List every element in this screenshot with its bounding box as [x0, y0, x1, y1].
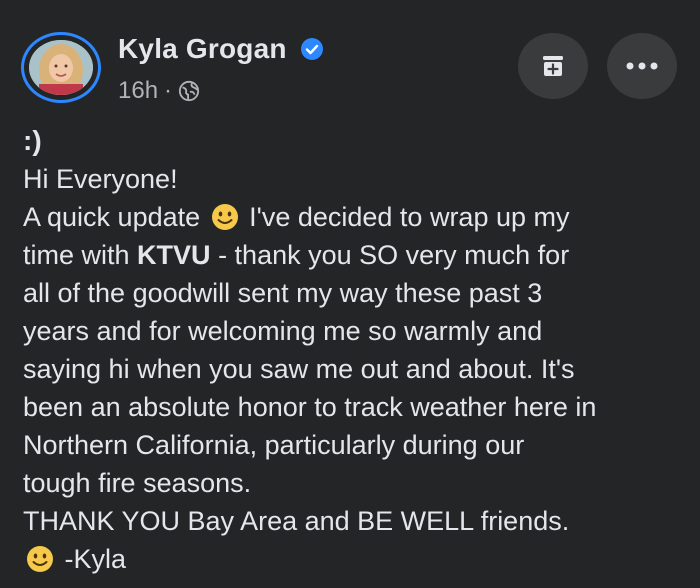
post-line: time with KTVU - thank you SO very much … [23, 236, 693, 274]
more-options-icon [626, 62, 658, 70]
globe-icon[interactable] [178, 80, 200, 102]
post-line: Northern California, particularly during… [23, 430, 525, 460]
post-timestamp[interactable]: 16h [118, 77, 158, 105]
post-line: all of the goodwill sent my way these pa… [23, 278, 543, 308]
profile-photo [29, 40, 93, 95]
post-line: years and for welcoming me so warmly and [23, 316, 543, 346]
post-line: THANK YOU Bay Area and BE WELL friends. [23, 506, 570, 536]
avatar[interactable] [21, 32, 101, 103]
author-name[interactable]: Kyla Grogan [118, 33, 287, 65]
post-meta: 16h · [118, 77, 200, 105]
more-options-button[interactable] [607, 33, 677, 99]
post-text: A quick update [23, 202, 201, 232]
meta-separator: · [164, 77, 173, 104]
slightly-smiling-face-emoji [211, 204, 238, 230]
slightly-smiling-face-emoji [27, 546, 53, 572]
post-line: saying hi when you saw me out and about.… [23, 354, 575, 384]
post-line: A quick update I've decided to wrap up m… [23, 198, 693, 236]
save-button[interactable] [518, 33, 588, 99]
post-text: I've decided to wrap up my [249, 202, 570, 232]
post-line: -Kyla [23, 540, 693, 578]
post-body: :) Hi Everyone! A quick update I've deci… [23, 122, 693, 578]
post-text: - thank you SO very much for [218, 240, 570, 270]
post-emoticon: :) [23, 125, 42, 156]
post-bold-text: KTVU [137, 240, 211, 270]
post-line: Hi Everyone! [23, 164, 178, 194]
post-text: time with [23, 240, 130, 270]
verified-badge-icon [301, 38, 323, 60]
post-line: been an absolute honor to track weather … [23, 392, 597, 422]
post-signoff: -Kyla [64, 544, 127, 574]
post-line: tough fire seasons. [23, 468, 252, 498]
save-to-archive-icon [543, 56, 563, 76]
